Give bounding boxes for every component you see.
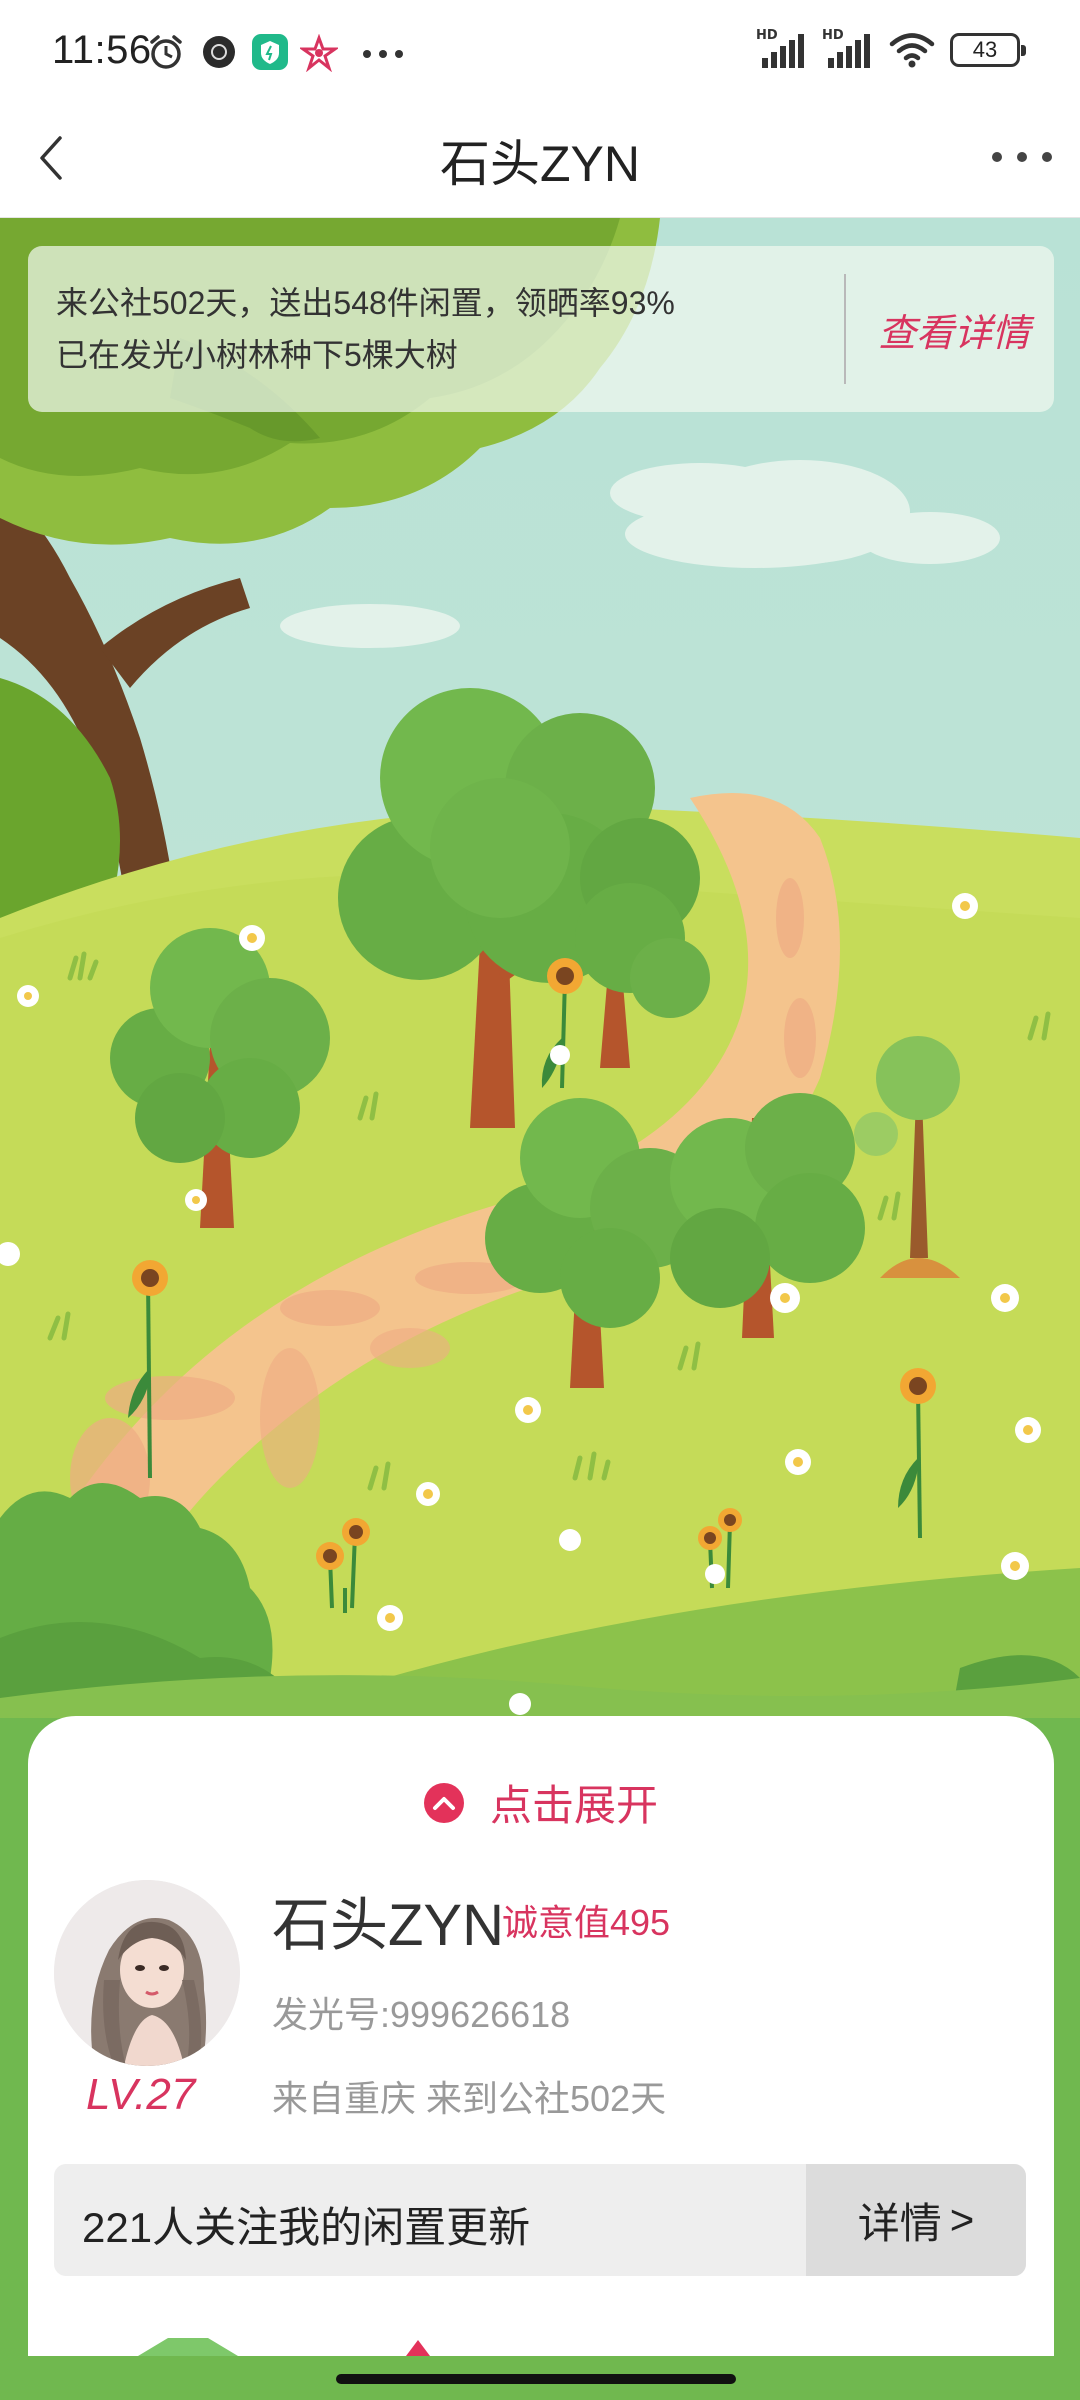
shield-app-icon xyxy=(252,34,288,70)
user-name: 石头ZYN xyxy=(272,1893,505,1958)
sincerity-score: 诚意值495 xyxy=(502,1902,671,1943)
home-indicator[interactable] xyxy=(336,2374,736,2384)
more-dots-icon[interactable] xyxy=(992,142,1052,172)
page-title: 石头ZYN xyxy=(440,136,640,192)
signal-icon: HD xyxy=(822,28,874,70)
tab-icon-partial xyxy=(138,2338,238,2356)
stats-banner: 来公社502天，送出548件闲置，领晒率93% 已在发光小树林种下5棵大树 查看… xyxy=(28,246,1054,412)
expand-label: 点击展开 xyxy=(489,1782,658,1829)
expand-button[interactable]: 点击展开 xyxy=(28,1772,1054,1833)
status-time: 11:56 xyxy=(52,28,152,72)
user-origin: 来自重庆 来到公社502天 xyxy=(272,2078,667,2119)
status-bar: 11:56 HD HD 43 xyxy=(0,0,1080,100)
stats-trees: 已在发光小树林种下5棵大树 xyxy=(56,337,458,373)
followers-detail-button[interactable]: 详情 > xyxy=(806,2164,1026,2276)
system-status-icons: HD HD 43 xyxy=(756,28,1026,70)
alarm-icon xyxy=(150,35,182,69)
detail-label: 详情 xyxy=(857,2199,942,2247)
star-app-icon xyxy=(300,34,338,72)
chevron-right-icon: > xyxy=(949,2196,975,2243)
battery-icon: 43 xyxy=(950,33,1026,67)
tab-icon-partial xyxy=(406,2340,430,2356)
navigation-bar: 石头ZYN xyxy=(0,100,1080,218)
more-dots-icon xyxy=(363,50,403,58)
avatar[interactable] xyxy=(54,1880,240,2066)
profile-card: 点击展开 LV.27 石头ZYN 诚意值495 发光号:999626618 来自… xyxy=(28,1716,1054,2356)
user-id: 发光号:999626618 xyxy=(272,1994,571,2035)
wifi-icon xyxy=(889,33,935,68)
followers-text: 221人关注我的闲置更新 xyxy=(82,2204,531,2251)
signal-icon: HD xyxy=(756,28,808,70)
chevron-up-icon xyxy=(423,1782,464,1823)
dark-app-icon xyxy=(203,36,235,68)
divider xyxy=(844,274,846,384)
followers-bar[interactable]: 221人关注我的闲置更新 详情 > xyxy=(54,2164,1026,2276)
user-level: LV.27 xyxy=(86,2070,196,2119)
stats-summary: 来公社502天，送出548件闲置，领晒率93% xyxy=(56,285,675,321)
view-details-link[interactable]: 查看详情 xyxy=(864,302,1044,357)
